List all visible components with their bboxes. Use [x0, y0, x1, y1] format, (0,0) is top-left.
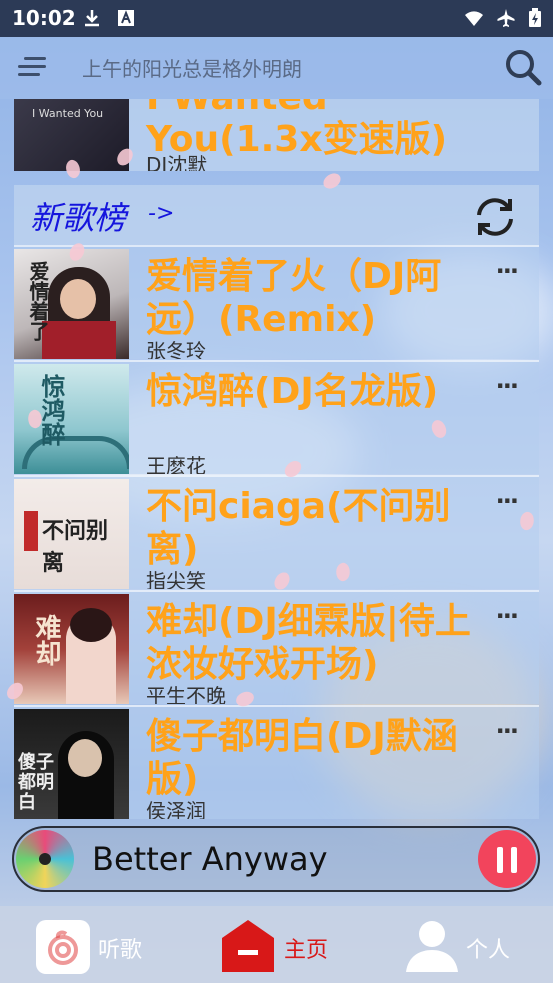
- album-art: 爱情着了: [14, 249, 129, 359]
- song-title: 惊鸿醉(DJ名龙版): [146, 371, 439, 412]
- status-time: 10:02: [12, 6, 76, 30]
- song-artist: 张冬玲: [146, 339, 206, 359]
- more-options-button[interactable]: ···: [496, 717, 519, 745]
- song-row[interactable]: 傻子都明白 傻子都明白(DJ默涵版) 侯泽润 ···: [14, 705, 539, 819]
- pause-icon: [497, 847, 503, 873]
- player-disc-art[interactable]: [16, 830, 74, 888]
- mini-player[interactable]: Better Anyway: [12, 826, 540, 892]
- download-icon: [85, 10, 99, 27]
- pause-button[interactable]: [478, 830, 536, 888]
- nav-profile[interactable]: 个人: [404, 918, 524, 974]
- album-art: 不问别离: [14, 479, 129, 589]
- nav-profile-label: 个人: [466, 938, 511, 963]
- section-arrow[interactable]: ->: [148, 201, 174, 226]
- more-options-button[interactable]: ···: [496, 372, 519, 400]
- nav-listen-label: 听歌: [98, 938, 143, 963]
- album-art: 难却: [14, 594, 129, 704]
- status-bar: 10:02: [0, 0, 553, 37]
- song-title: 傻子都明白(DJ默涵版): [146, 716, 458, 800]
- album-art: 傻子都明白: [14, 709, 129, 819]
- netease-music-icon: [36, 920, 90, 974]
- airplane-icon: [497, 9, 515, 27]
- song-title: 难却(DJ细霖版|待上浓妆好戏开场): [146, 601, 471, 685]
- bottom-navigation: 听歌 主页 个人: [0, 906, 553, 983]
- player-song-title[interactable]: Better Anyway: [92, 840, 328, 878]
- song-artist: 王麽花: [146, 454, 206, 474]
- song-artist: 指尖笑: [146, 569, 206, 589]
- song-row[interactable]: 难却 难却(DJ细霖版|待上浓妆好戏开场) 平生不晚 ···: [14, 590, 539, 704]
- wifi-icon: [465, 11, 483, 26]
- battery-icon: [529, 8, 541, 27]
- menu-button[interactable]: [16, 53, 48, 81]
- song-title: 不问ciaga(不问别离): [146, 486, 451, 570]
- top-bar: 上午的阳光总是格外明朗: [0, 37, 553, 99]
- list-item[interactable]: I Wanted You I WantedYou(1.3x变速版) DJ沈默: [14, 99, 539, 171]
- more-options-button[interactable]: ···: [496, 487, 519, 515]
- nav-home-label: 主页: [284, 938, 329, 963]
- song-artist: 平生不晚: [146, 684, 226, 704]
- song-row[interactable]: 不问别离 不问ciaga(不问别离) 指尖笑 ···: [14, 475, 539, 589]
- refresh-icon[interactable]: [471, 193, 519, 241]
- nav-home[interactable]: 主页: [220, 918, 340, 974]
- song-row[interactable]: 爱情着了 爱情着了火（DJ阿远）(Remix) 张冬玲 ···: [14, 245, 539, 359]
- section-header: 新歌榜 ->: [14, 185, 539, 245]
- search-icon[interactable]: [503, 47, 543, 87]
- person-icon: [406, 921, 458, 972]
- section-title[interactable]: 新歌榜: [30, 193, 126, 239]
- search-hint[interactable]: 上午的阳光总是格外明朗: [82, 53, 302, 82]
- nav-listen[interactable]: 听歌: [36, 918, 156, 974]
- song-title: 爱情着了火（DJ阿远）(Remix): [146, 256, 442, 340]
- song-artist: DJ沈默: [146, 153, 208, 171]
- song-row[interactable]: 惊鸿醉 惊鸿醉(DJ名龙版) 王麽花 ···: [14, 360, 539, 474]
- song-artist: 侯泽润: [146, 799, 206, 819]
- app-notification-icon: [118, 10, 134, 26]
- more-options-button[interactable]: ···: [496, 602, 519, 630]
- more-options-button[interactable]: ···: [496, 257, 519, 285]
- home-icon: [222, 920, 274, 972]
